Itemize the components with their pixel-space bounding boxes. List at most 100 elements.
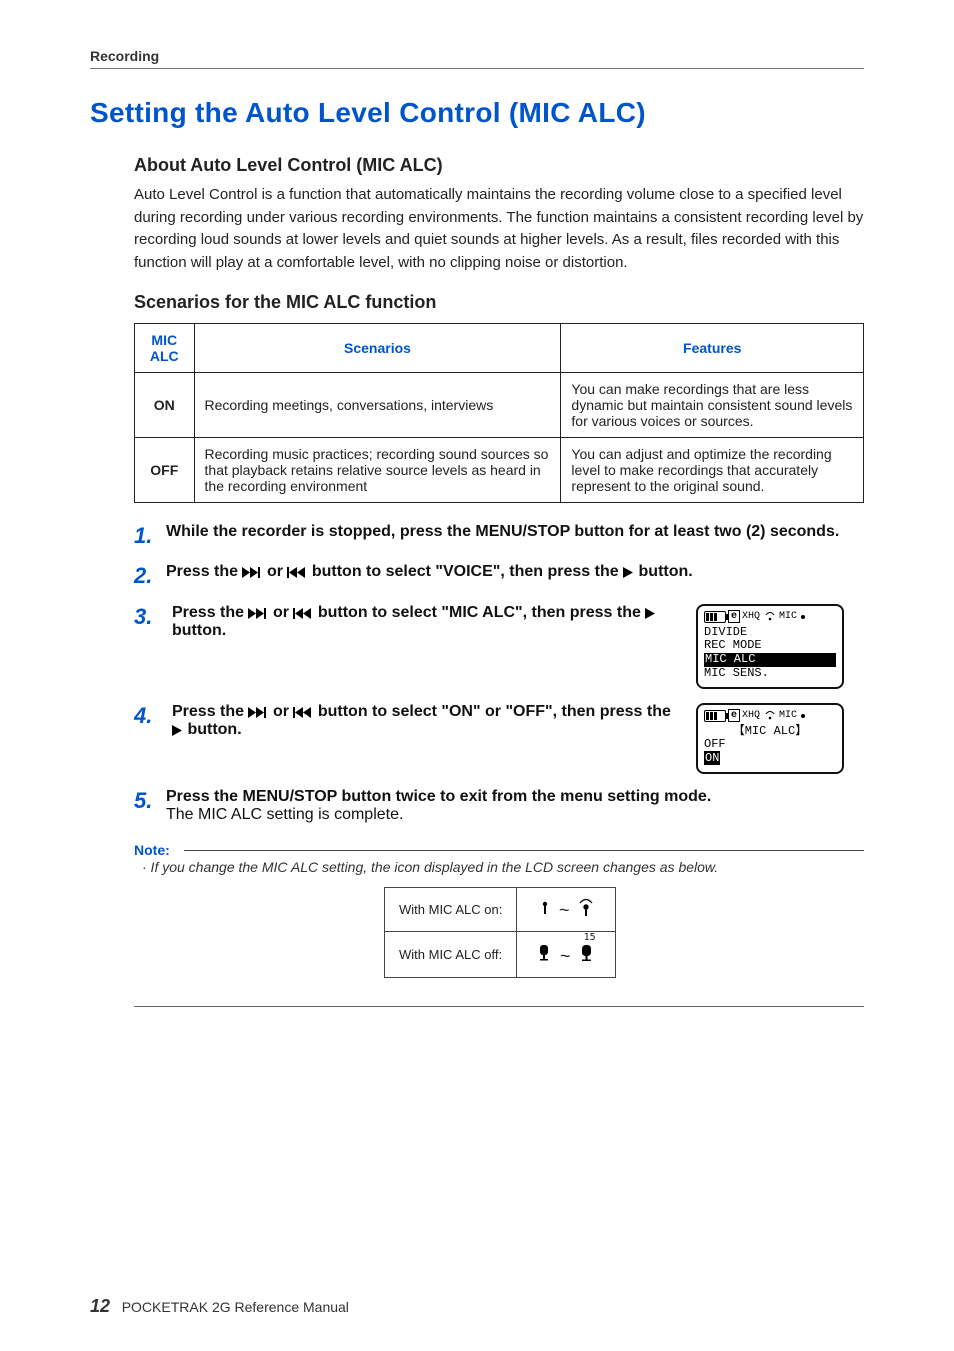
- mic-15-label: 15: [584, 932, 596, 943]
- mic-dot-icon: [801, 615, 805, 619]
- lcd-line: 【MIC ALC】: [704, 725, 836, 739]
- lcd-line-selected: MIC ALC: [704, 653, 836, 667]
- step-frag: button.: [639, 563, 693, 580]
- step-frag: Press the: [172, 604, 248, 621]
- lcd-screen: e XHQ MIC DIVIDE REC MODE MIC ALC MIC SE…: [696, 604, 844, 689]
- fast-forward-icon: [248, 608, 268, 619]
- step-frag: button to select "MIC ALC", then press t…: [318, 604, 645, 621]
- step-text: Press the or button to select "MIC ALC",…: [172, 604, 682, 640]
- e-badge-icon: e: [728, 709, 740, 723]
- icon-cell: ~ 15: [517, 931, 616, 977]
- mic-small-icon: [538, 900, 557, 920]
- step-5: 5. Press the MENU/STOP button twice to e…: [134, 788, 864, 824]
- scenarios-heading: Scenarios for the MIC ALC function: [134, 292, 864, 313]
- lcd-status-bar: e XHQ MIC: [704, 610, 836, 624]
- rewind-icon: [293, 608, 313, 619]
- signal-icon: [765, 709, 775, 723]
- mic-label: MIC: [779, 611, 797, 623]
- step-text: Press the MENU/STOP button twice to exit…: [166, 788, 864, 824]
- page-title: Setting the Auto Level Control (MIC ALC): [90, 97, 864, 129]
- step-frag: or: [267, 563, 287, 580]
- step-frag: or: [273, 703, 293, 720]
- mic-solid-15-icon: 15: [578, 942, 596, 967]
- xhq-label: XHQ: [742, 611, 760, 623]
- about-text: Auto Level Control is a function that au…: [134, 184, 864, 274]
- mic-large-with-arc-icon: [577, 900, 595, 920]
- page-number: 12: [90, 1296, 110, 1316]
- lcd-line: REC MODE: [704, 639, 836, 653]
- step-frag: button to select "VOICE", then press the: [312, 563, 623, 580]
- step-frag: button.: [187, 721, 241, 738]
- cell-scenario: Recording music practices; recording sou…: [194, 438, 561, 503]
- cell-mode: OFF: [135, 438, 195, 503]
- col-scenarios: Scenarios: [194, 324, 561, 373]
- lcd-status-bar: e XHQ MIC: [704, 709, 836, 723]
- note-label: Note:: [134, 842, 176, 858]
- tilde-icon: ~: [559, 900, 570, 920]
- rewind-icon: [293, 707, 313, 718]
- step-number: 1.: [134, 523, 158, 549]
- table-row: OFF Recording music practices; recording…: [135, 438, 864, 503]
- page: Recording Setting the Auto Level Control…: [0, 0, 954, 1351]
- step-1: 1. While the recorder is stopped, press …: [134, 523, 864, 549]
- battery-icon: [704, 710, 726, 722]
- col-mic-alc: MIC ALC: [135, 324, 195, 373]
- doc-title: POCKETRAK 2G Reference Manual: [122, 1299, 349, 1315]
- e-badge-icon: e: [728, 610, 740, 624]
- mic-solid-icon: [537, 946, 558, 966]
- icon-cell: ~: [517, 887, 616, 931]
- table-row: ON Recording meetings, conversations, in…: [135, 373, 864, 438]
- note-text: · If you change the MIC ALC setting, the…: [142, 859, 864, 875]
- lcd-line: OFF: [704, 738, 836, 752]
- note-block: Note: · If you change the MIC ALC settin…: [134, 842, 864, 1007]
- step-3: 3. Press the or button to select "MIC AL…: [134, 604, 864, 689]
- icon-row-label: With MIC ALC on:: [385, 887, 517, 931]
- cell-scenario: Recording meetings, conversations, inter…: [194, 373, 561, 438]
- table-row: With MIC ALC on: ~: [385, 887, 616, 931]
- step-number: 5.: [134, 788, 158, 824]
- step-frag: or: [273, 604, 293, 621]
- signal-icon: [765, 610, 775, 624]
- note-bottom-rule: [134, 1006, 864, 1007]
- step-number: 3.: [134, 604, 158, 630]
- step-4: 4. Press the or button to select "ON" or…: [134, 703, 864, 774]
- step-frag: button to select "ON" or "OFF", then pre…: [318, 703, 671, 720]
- about-heading: About Auto Level Control (MIC ALC): [134, 155, 864, 176]
- xhq-label: XHQ: [742, 710, 760, 722]
- mic-label: MIC: [779, 710, 797, 722]
- fast-forward-icon: [248, 707, 268, 718]
- table-row: With MIC ALC off: ~ 15: [385, 931, 616, 977]
- step-number: 2.: [134, 563, 158, 589]
- lcd-figure: e XHQ MIC DIVIDE REC MODE MIC ALC MIC SE…: [696, 604, 864, 689]
- play-icon: [172, 725, 183, 736]
- about-section: About Auto Level Control (MIC ALC) Auto …: [134, 155, 864, 1007]
- step-text: Press the or button to select "ON" or "O…: [172, 703, 682, 739]
- mic-dot-icon: [801, 714, 805, 718]
- step-number: 4.: [134, 703, 158, 729]
- step-frag: Press the: [166, 563, 242, 580]
- cell-feature: You can adjust and optimize the recordin…: [561, 438, 864, 503]
- lcd-figure: e XHQ MIC 【MIC ALC】 OFF ON: [696, 703, 864, 774]
- lcd-screen: e XHQ MIC 【MIC ALC】 OFF ON: [696, 703, 844, 774]
- lcd-line: DIVIDE: [704, 626, 836, 640]
- col-features: Features: [561, 324, 864, 373]
- lcd-line-selected: ON: [704, 752, 836, 766]
- note-rule: [184, 850, 864, 851]
- step-text: Press the or button to select "VOICE", t…: [166, 563, 864, 589]
- lcd-line: MIC SENS.: [704, 667, 836, 681]
- step-2: 2. Press the or button to select "VOICE"…: [134, 563, 864, 589]
- icon-change-table: With MIC ALC on: ~ With MIC ALC off:: [384, 887, 616, 978]
- table-head: MIC ALC Scenarios Features: [135, 324, 864, 373]
- tilde-icon: ~: [560, 946, 571, 966]
- rewind-icon: [287, 567, 307, 578]
- lcd-selected-text: ON: [704, 751, 720, 765]
- step-frag: Press the MENU/STOP button twice to exit…: [166, 788, 711, 805]
- play-icon: [645, 608, 656, 619]
- running-header: Recording: [90, 48, 864, 69]
- step-frag: Press the: [172, 703, 248, 720]
- step-frag: The MIC ALC setting is complete.: [166, 806, 403, 823]
- page-footer: 12 POCKETRAK 2G Reference Manual: [90, 1296, 349, 1317]
- step-frag: button.: [172, 622, 226, 639]
- cell-feature: You can make recordings that are less dy…: [561, 373, 864, 438]
- cell-mode: ON: [135, 373, 195, 438]
